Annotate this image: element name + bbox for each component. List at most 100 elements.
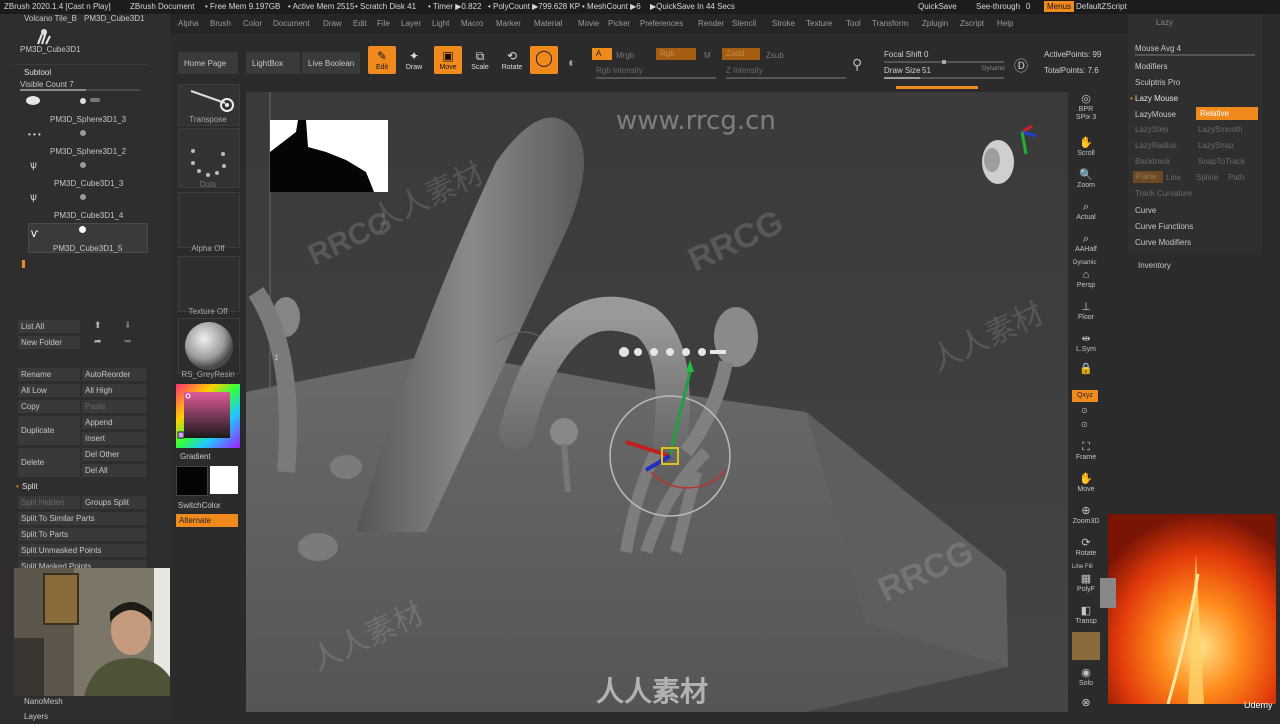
ghost-button[interactable]	[1072, 632, 1100, 660]
menu-layer[interactable]: Layer	[401, 19, 421, 28]
axis-y-icon[interactable]: ⊙	[1081, 406, 1088, 415]
menu-render[interactable]: Render	[698, 19, 724, 28]
snaptotrack-toggle[interactable]: SnapToTrack	[1198, 157, 1245, 166]
secondary-color-swatch[interactable]	[210, 466, 238, 494]
menu-color[interactable]: Color	[243, 19, 262, 28]
lsym-button[interactable]: ⇹ L.Sym	[1072, 332, 1100, 360]
texture-tile[interactable]	[178, 256, 240, 312]
frame-button[interactable]: ⛶ Frame	[1072, 440, 1100, 468]
arrow-right-icon[interactable]: ➦	[94, 336, 102, 347]
subtool-item[interactable]: • • • PM3D_Sphere3D1_2	[28, 128, 146, 156]
delete-button[interactable]: Delete	[18, 448, 80, 477]
dynamic-icon[interactable]: Ⓓ	[1014, 56, 1028, 76]
zoom3d-button[interactable]: ⊕ Zoom3D	[1072, 504, 1100, 532]
menu-preferences[interactable]: Preferences	[640, 19, 683, 28]
split-header[interactable]: Split	[22, 482, 38, 491]
see-through-slider[interactable]: See-through	[976, 2, 1020, 11]
duplicate-button[interactable]: Duplicate	[18, 416, 80, 445]
quicksave-button[interactable]: QuickSave	[918, 2, 957, 11]
menu-texture[interactable]: Texture	[806, 19, 832, 28]
aahalf-button[interactable]: ⌕ AAHalf	[1072, 232, 1100, 260]
main-color-swatch[interactable]	[176, 466, 208, 496]
menu-macro[interactable]: Macro	[461, 19, 483, 28]
list-all-button[interactable]: List All	[18, 320, 80, 333]
menu-marker[interactable]: Marker	[496, 19, 521, 28]
nanomesh-header[interactable]: NanoMesh	[24, 697, 63, 706]
home-page-button[interactable]: Home Page	[178, 52, 238, 74]
stroke-tile[interactable]	[178, 128, 240, 188]
track-curvature-slider[interactable]: Track Curvature	[1135, 189, 1192, 198]
curve-functions-header[interactable]: Curve Functions	[1135, 222, 1193, 231]
menu-brush[interactable]: Brush	[210, 19, 231, 28]
reference-thumb[interactable]	[1100, 578, 1116, 608]
menu-movie[interactable]: Movie	[578, 19, 599, 28]
draw-button[interactable]: ✦ Draw	[400, 46, 428, 74]
del-other-button[interactable]: Del Other	[82, 448, 146, 461]
z-intensity-track[interactable]	[726, 77, 846, 79]
menu-zscript[interactable]: Zscript	[960, 19, 984, 28]
dynamic-toggle[interactable]: Dynamic	[982, 66, 1005, 72]
spline-button[interactable]: Spline	[1196, 173, 1218, 182]
lightbox-button[interactable]: LightBox	[246, 52, 300, 74]
zadd-button[interactable]: Zadd	[722, 48, 760, 60]
curve-modifiers-header[interactable]: Curve Modifiers	[1135, 238, 1191, 247]
inventory-header[interactable]: Inventory	[1138, 261, 1171, 270]
append-button[interactable]: Append	[82, 416, 146, 429]
menu-light[interactable]: Light	[432, 19, 449, 28]
eye-icon[interactable]	[80, 98, 86, 104]
line-button[interactable]: Line	[1166, 173, 1181, 182]
insert-button[interactable]: Insert	[82, 432, 146, 445]
all-low-button[interactable]: All Low	[18, 384, 80, 397]
eye-icon[interactable]	[79, 226, 86, 233]
axis-z-icon[interactable]: ⊙	[1081, 420, 1088, 429]
groups-split-button[interactable]: Groups Split	[82, 496, 146, 509]
new-folder-button[interactable]: New Folder	[18, 336, 80, 349]
scale-button[interactable]: ⧉ Scale	[466, 46, 494, 74]
menu-document[interactable]: Document	[273, 19, 309, 28]
arrow-down-icon[interactable]: ⬇	[124, 320, 132, 331]
gizmo-settings-icon[interactable]: ◐	[568, 54, 576, 70]
split-similar-button[interactable]: Split To Similar Parts	[18, 512, 146, 525]
menu-help[interactable]: Help	[997, 19, 1013, 28]
lazystep-slider[interactable]: LazyStep	[1135, 125, 1168, 134]
move-button[interactable]: ▣ Move	[434, 46, 462, 74]
auto-reorder-button[interactable]: AutoReorder	[82, 368, 146, 381]
scroll-marker[interactable]	[22, 260, 25, 268]
toggle-icon[interactable]	[90, 98, 100, 102]
mouse-avg-slider[interactable]: Mouse Avg 4	[1135, 44, 1181, 53]
qxyz-button[interactable]: Qxyz	[1072, 390, 1098, 402]
live-boolean-button[interactable]: Live Boolean	[302, 52, 360, 74]
paste-button[interactable]: Paste	[82, 400, 146, 413]
eye-icon[interactable]	[80, 194, 86, 200]
rgb-intensity-slider[interactable]: Rgb Intensity	[596, 66, 643, 75]
draw-size-track[interactable]	[884, 77, 1004, 79]
actual-button[interactable]: ⌕ Actual	[1072, 200, 1100, 228]
eye-icon[interactable]	[80, 130, 86, 136]
menu-draw[interactable]: Draw	[323, 19, 342, 28]
mouse-avg-track[interactable]	[1135, 54, 1255, 56]
plane-button[interactable]: Plane	[1133, 171, 1163, 183]
lazysnap-slider[interactable]: LazySnap	[1198, 141, 1234, 150]
backtrack-toggle[interactable]: Backtrack	[1135, 157, 1170, 166]
rotate-button[interactable]: ⟲ Rotate	[498, 46, 526, 74]
copy-button[interactable]: Copy	[18, 400, 80, 413]
focal-shift-track[interactable]	[884, 60, 1004, 64]
rotate-view-button[interactable]: ⟳ Rotate	[1072, 536, 1100, 564]
switch-color-label[interactable]: SwitchColor	[178, 501, 221, 510]
rename-button[interactable]: Rename	[18, 368, 80, 381]
lazy-mouse-header[interactable]: Lazy Mouse	[1135, 94, 1178, 103]
gizmo-button[interactable]: ◯	[530, 46, 558, 74]
rgb-intensity-track[interactable]	[596, 77, 716, 79]
menu-picker[interactable]: Picker	[608, 19, 630, 28]
m-button[interactable]: M	[704, 51, 711, 60]
canvas-viewport[interactable]: ↕ www.rrcg.cn RRCG RRCG RRCG 人人素材 人人素材 人…	[246, 92, 1068, 712]
alternate-button[interactable]: Alternate	[176, 514, 238, 527]
eye-icon[interactable]	[80, 162, 86, 168]
alpha-tile[interactable]	[178, 192, 240, 248]
polyf-button[interactable]: ▦ PolyF	[1072, 572, 1100, 600]
menu-stroke[interactable]: Stroke	[772, 19, 795, 28]
menu-material[interactable]: Material	[534, 19, 562, 28]
split-parts-button[interactable]: Split To Parts	[18, 528, 146, 541]
mrgb-button[interactable]: Mrgb	[616, 51, 634, 60]
visible-count-slider[interactable]	[20, 89, 140, 91]
